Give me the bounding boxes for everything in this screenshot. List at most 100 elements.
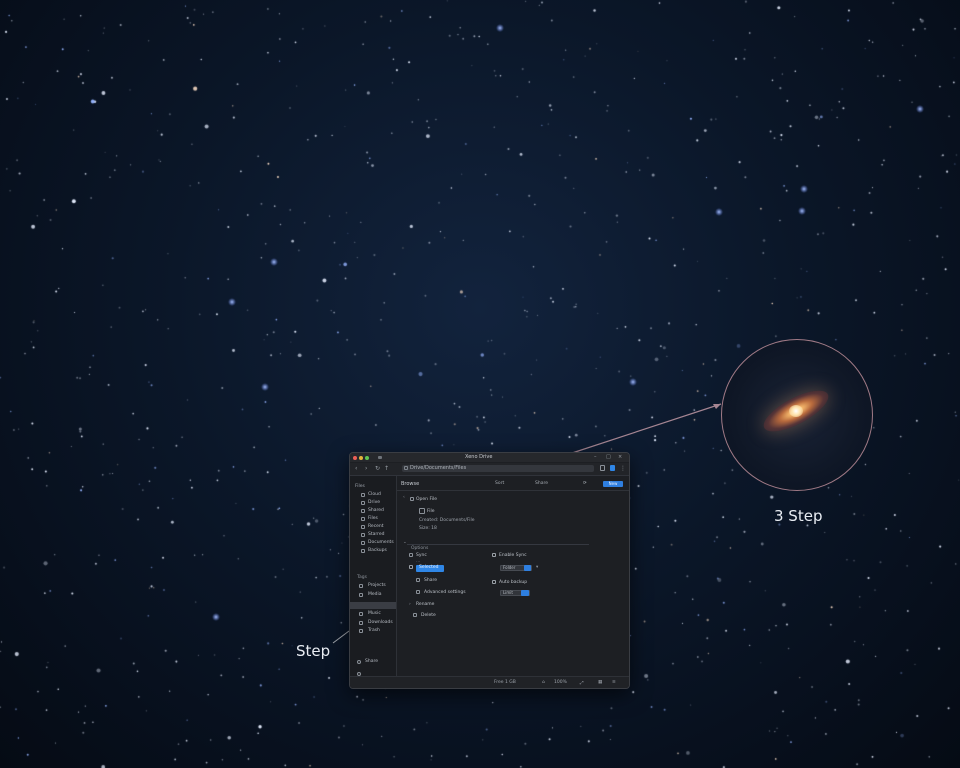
up-icon[interactable]: ↑ [384, 465, 389, 472]
tab-icon[interactable] [378, 456, 382, 459]
sidebar-item-label: Shared [368, 508, 384, 513]
minimize-icon[interactable]: – [594, 454, 597, 460]
auto-backup-checkbox[interactable] [492, 580, 496, 584]
grid-icon[interactable]: ▦ [598, 680, 602, 685]
collapse-icon[interactable]: ‹ [403, 495, 405, 500]
sidebar-item-projects[interactable]: Projects [350, 583, 396, 590]
folder-icon [410, 497, 414, 501]
new-button[interactable]: New [603, 481, 623, 487]
limit-toggle[interactable] [521, 590, 529, 596]
galaxy-inset [721, 339, 873, 491]
close-button[interactable] [353, 456, 357, 460]
option-share: Share [424, 578, 437, 583]
file-size: Size: 18 [419, 526, 437, 531]
sidebar: Files Cloud Drive Shared Files Recent St… [350, 476, 397, 688]
zoom-level: 100% [554, 680, 567, 685]
option-advanced: Advanced settings [424, 590, 466, 595]
toolbar: ‹ › ↻ ↑ Drive/Documents/Files ⋮ [350, 463, 629, 476]
sidebar-item-label: Documents [368, 540, 394, 545]
sidebar-section-tags: Tags [357, 575, 367, 580]
sidebar-item-label: Downloads [368, 620, 393, 625]
address-text: Drive/Documents/Files [410, 465, 467, 471]
share-icon [416, 578, 420, 582]
tab-sort[interactable]: Sort [495, 481, 504, 486]
sidebar-item-label: Music [368, 611, 381, 616]
sidebar-item-music[interactable]: Music [350, 611, 396, 618]
window-title: Xeno Drive [465, 454, 493, 460]
sidebar-item-share[interactable]: Share [350, 659, 396, 666]
option-delete: Delete [421, 613, 436, 618]
chevron-down-icon[interactable]: ⌄ [403, 540, 407, 545]
tab-share[interactable]: Share [535, 481, 548, 486]
chevron-right-icon[interactable]: › [365, 465, 367, 472]
options-title: Options [411, 546, 429, 551]
enable-sync-checkbox[interactable] [492, 553, 496, 557]
option-sync: Sync [416, 553, 427, 558]
filter-icon[interactable] [600, 465, 605, 471]
star-icon [361, 533, 365, 537]
sidebar-item-label: Share [365, 659, 378, 664]
sidebar-item-label: Trash [368, 628, 380, 633]
minimize-button[interactable] [359, 456, 363, 460]
sidebar-item-trash[interactable]: Trash [350, 628, 396, 635]
sidebar-header: Files [355, 484, 365, 489]
trash-icon [413, 613, 417, 617]
page-title: Browse [401, 481, 420, 487]
sidebar-item-label: Media [368, 592, 382, 597]
status-text: Free 1 GB [494, 680, 516, 685]
archive-icon [361, 549, 365, 553]
trash-icon [359, 629, 363, 633]
sidebar-item-selected[interactable] [350, 602, 396, 609]
sidebar-item-documents[interactable]: Documents [350, 540, 396, 547]
clock-icon [361, 525, 365, 529]
sidebar-item-label: Projects [368, 583, 386, 588]
sidebar-item-label: Backups [368, 548, 387, 553]
refresh-icon[interactable]: ↻ [375, 465, 380, 472]
sidebar-item-downloads[interactable]: Downloads [350, 620, 396, 627]
folder-icon [361, 541, 365, 545]
option-rename: Rename [416, 602, 435, 607]
status-bar: Free 1 GB ⌂ 100% ⤢ ▦ ≡ [350, 676, 629, 688]
sidebar-item-cloud[interactable]: Cloud [350, 492, 396, 499]
sidebar-item-starred[interactable]: Starred [350, 532, 396, 539]
music-icon [359, 612, 363, 616]
restore-icon[interactable]: □ [606, 454, 611, 460]
auto-backup-label: Auto backup [499, 580, 528, 585]
share-icon [361, 509, 365, 513]
file-meta: Created: Documents/File [419, 518, 475, 523]
enable-sync-label: Enable Sync [499, 553, 527, 558]
title-bar: Xeno Drive – □ × [350, 453, 629, 462]
file-icon [419, 508, 425, 514]
sidebar-item-recent[interactable]: Recent [350, 524, 396, 531]
sync-icon[interactable]: ⟳ [583, 481, 587, 486]
list-icon[interactable]: ≡ [612, 680, 616, 685]
address-bar[interactable]: Drive/Documents/Files [402, 465, 594, 472]
file-icon [361, 517, 365, 521]
more-icon[interactable]: ⋮ [620, 465, 626, 472]
maximize-button[interactable] [365, 456, 369, 460]
chevron-left-icon[interactable]: ‹ [355, 465, 357, 472]
app-window: Xeno Drive – □ × ‹ › ↻ ↑ Drive/Documents… [349, 452, 630, 689]
galaxy-core [789, 405, 803, 417]
file-name: File [427, 509, 435, 514]
sidebar-item-label: Drive [368, 500, 380, 505]
drive-icon [361, 501, 365, 505]
sidebar-item-files[interactable]: Files [350, 516, 396, 523]
option-checkbox[interactable] [409, 565, 413, 569]
chevron-right-icon[interactable]: › [409, 602, 411, 607]
sidebar-item-drive[interactable]: Drive [350, 500, 396, 507]
sidebar-item-shared[interactable]: Shared [350, 508, 396, 515]
cloud-icon [361, 493, 365, 497]
dropdown-icon[interactable]: ▾ [536, 565, 538, 570]
fit-icon[interactable]: ⤢ [580, 680, 584, 686]
window-caption: Step [296, 642, 331, 660]
option-sync-sub: ⋯ [416, 559, 420, 564]
lock-icon: ⌂ [542, 680, 545, 685]
sync-option-icon [409, 553, 413, 557]
folder-icon [404, 466, 408, 470]
input-toggle[interactable] [524, 565, 531, 571]
sidebar-item-backups[interactable]: Backups [350, 548, 396, 555]
shield-icon[interactable] [610, 465, 615, 471]
close-icon[interactable]: × [618, 454, 622, 460]
sidebar-item-media[interactable]: Media [350, 592, 396, 599]
